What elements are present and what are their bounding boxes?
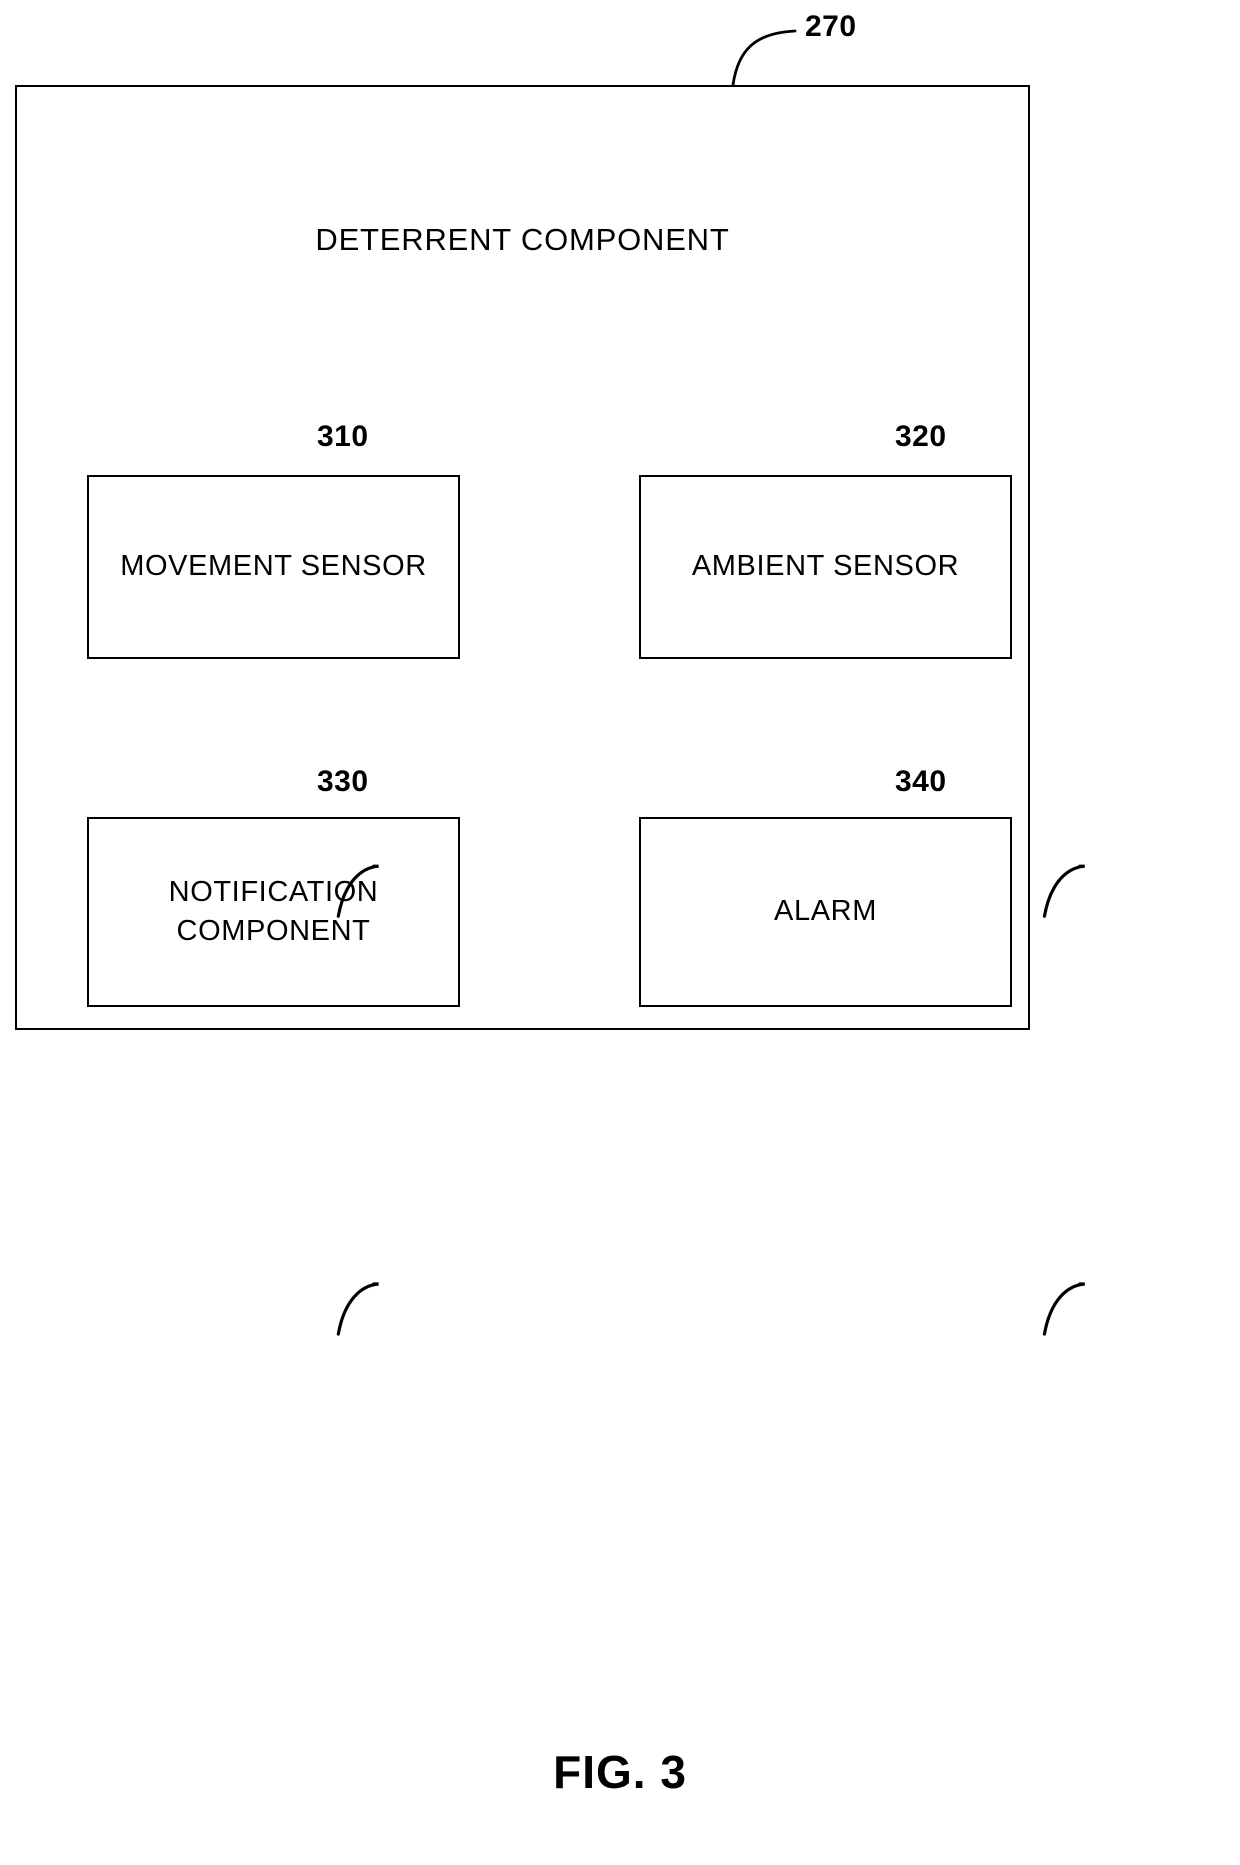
leader-line-320 xyxy=(1042,864,1085,918)
notification-component-box: NOTIFICATION COMPONENT xyxy=(87,817,460,1007)
reference-numeral-330: 330 xyxy=(317,765,369,798)
figure-caption: FIG. 3 xyxy=(553,1746,687,1798)
leader-line-340 xyxy=(1042,1282,1085,1336)
deterrent-component-box: DETERRENT COMPONENT MOVEMENT SENSOR AMBI… xyxy=(15,85,1085,1336)
leader-line-270 xyxy=(731,29,797,87)
alarm-label: ALARM xyxy=(774,895,877,928)
reference-numeral-320: 320 xyxy=(895,420,947,453)
reference-numeral-340: 340 xyxy=(895,765,947,798)
figure-page: DETERRENT COMPONENT MOVEMENT SENSOR AMBI… xyxy=(0,0,1240,1865)
deterrent-component-title: DETERRENT COMPONENT xyxy=(315,222,730,257)
reference-numeral-310: 310 xyxy=(317,420,369,453)
reference-numeral-270: 270 xyxy=(805,10,857,43)
alarm-box: ALARM xyxy=(639,817,1012,1007)
ambient-sensor-box: AMBIENT SENSOR xyxy=(639,475,1012,659)
movement-sensor-label: MOVEMENT SENSOR xyxy=(120,550,427,583)
movement-sensor-box: MOVEMENT SENSOR xyxy=(87,475,460,659)
notification-component-label: NOTIFICATION COMPONENT xyxy=(168,875,379,947)
ambient-sensor-label: AMBIENT SENSOR xyxy=(691,550,960,583)
leader-line-330 xyxy=(336,1282,379,1336)
